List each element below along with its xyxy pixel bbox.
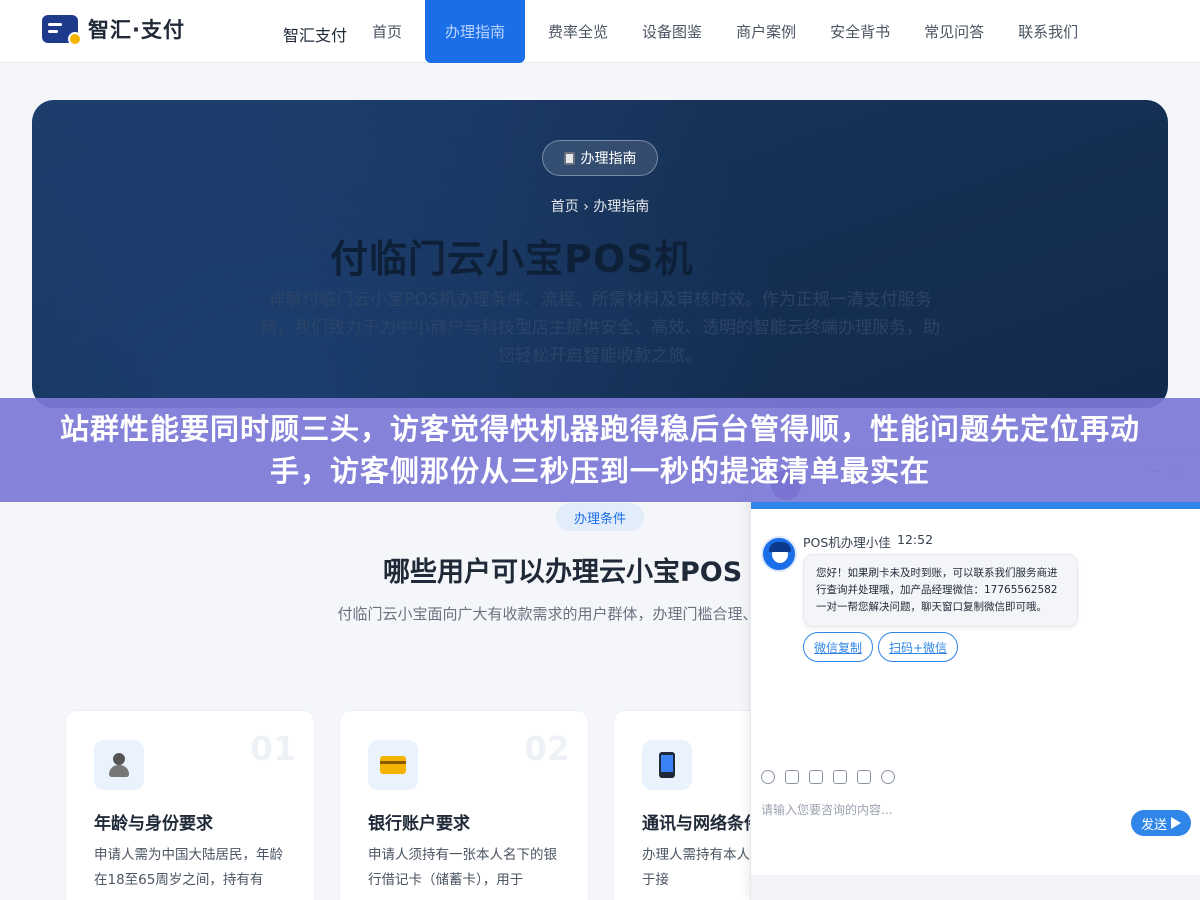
overlay-banner-text: 站群性能要同时顾三头，访客觉得快机器跑得稳后台管得顺，性能问题先定位再动手，访客… xyxy=(59,412,1140,488)
sound-icon[interactable] xyxy=(857,770,871,784)
bank-card-icon xyxy=(380,756,406,774)
person-icon xyxy=(108,753,130,777)
nav-menu: 首页 办理指南 费率全览 设备图鉴 商户案例 安全背书 常见问答 联系我们 xyxy=(355,0,1095,63)
rating-icon[interactable] xyxy=(833,770,847,784)
nav-item-guide[interactable]: 办理指南 xyxy=(425,0,526,63)
condition-card-age: 01 年龄与身份要求 申请人需为中国大陆居民，年龄在18至65周岁之间，持有有 xyxy=(65,710,315,900)
agent-name: POS机办理小佳 xyxy=(803,535,891,550)
nav-item-security[interactable]: 安全背书 xyxy=(813,0,907,63)
image-icon[interactable] xyxy=(785,770,799,784)
section-title: 哪些用户可以办理云小宝POS xyxy=(383,557,743,588)
nav-item-faq[interactable]: 常见问答 xyxy=(907,0,1001,63)
card-title: 年龄与身份要求 xyxy=(94,814,213,834)
hero-section: 办理指南 首页 › 办理指南 付临门云小宝POS机 详解付临门云小宝POS机办理… xyxy=(32,100,1168,408)
chat-input[interactable]: 请输入您要咨询的内容... xyxy=(761,801,892,818)
nav-item-devices[interactable]: 设备图鉴 xyxy=(625,0,719,63)
scan-wechat-button[interactable]: 扫码+微信 xyxy=(878,632,959,662)
nav-item-rates[interactable]: 费率全览 xyxy=(531,0,625,63)
nav-item-cases[interactable]: 商户案例 xyxy=(719,0,813,63)
logo-text: 智汇·支付 xyxy=(88,18,185,42)
card-text: 申请人需为中国大陆居民，年龄在18至65周岁之间，持有有 xyxy=(94,847,283,888)
overlay-banner: 站群性能要同时顾三头，访客觉得快机器跑得稳后台管得顺，性能问题先定位再动手，访客… xyxy=(0,398,1200,502)
chat-message: 您好！如果刷卡未及时到账，可以联系我们服务商进行查询并处理哦，加产品经理微信：1… xyxy=(803,554,1078,627)
nav-brand[interactable]: 智汇支付 xyxy=(283,22,347,46)
card-title: 银行账户要求 xyxy=(368,814,470,834)
top-nav: 智汇·支付 智汇支付 首页 办理指南 费率全览 设备图鉴 商户案例 安全背书 常… xyxy=(0,0,1200,63)
card-text: 申请人须持有一张本人名下的银行借记卡（储蓄卡），用于 xyxy=(368,847,557,888)
wechat-icon[interactable] xyxy=(881,770,895,784)
nav-item-contact[interactable]: 联系我们 xyxy=(1001,0,1095,63)
page-title: 付临门云小宝POS机 xyxy=(330,237,694,281)
agent-avatar xyxy=(761,536,797,572)
send-arrow-icon xyxy=(1171,817,1181,829)
chat-widget: — ☐ POS机办理小佳 12:52 您好！如果刷卡未及时到账，可以联系我们服务… xyxy=(750,452,1200,900)
send-button[interactable]: 发送 xyxy=(1131,810,1191,836)
card-number: 01 xyxy=(250,729,296,768)
card-title: 通讯与网络条件 xyxy=(642,814,761,834)
card-number: 02 xyxy=(524,729,570,768)
screenshot-icon[interactable] xyxy=(809,770,823,784)
emoji-icon[interactable] xyxy=(761,770,775,784)
section-tag: 办理条件 xyxy=(556,503,644,531)
hero-badge: 办理指南 xyxy=(542,140,658,176)
chat-header-accent xyxy=(751,502,1200,509)
hero-description: 详解付临门云小宝POS机办理条件、流程、所需材料及审核时效。作为正规一清支付服务… xyxy=(260,290,940,366)
chat-toolbar xyxy=(761,770,895,784)
copy-wechat-button[interactable]: 微信复制 xyxy=(803,632,874,662)
send-label: 发送 xyxy=(1140,817,1167,833)
chat-footer xyxy=(751,875,1200,900)
wallet-logo-icon xyxy=(42,15,82,46)
mobile-phone-icon xyxy=(659,752,675,778)
condition-card-bank: 02 银行账户要求 申请人须持有一张本人名下的银行借记卡（储蓄卡），用于 xyxy=(339,710,589,900)
clipboard-icon xyxy=(563,151,575,165)
logo[interactable]: 智汇·支付 xyxy=(42,14,185,46)
hero-badge-label: 办理指南 xyxy=(580,151,637,167)
breadcrumb[interactable]: 首页 › 办理指南 xyxy=(32,196,1168,216)
nav-item-home[interactable]: 首页 xyxy=(355,0,419,63)
message-time: 12:52 xyxy=(897,532,934,547)
